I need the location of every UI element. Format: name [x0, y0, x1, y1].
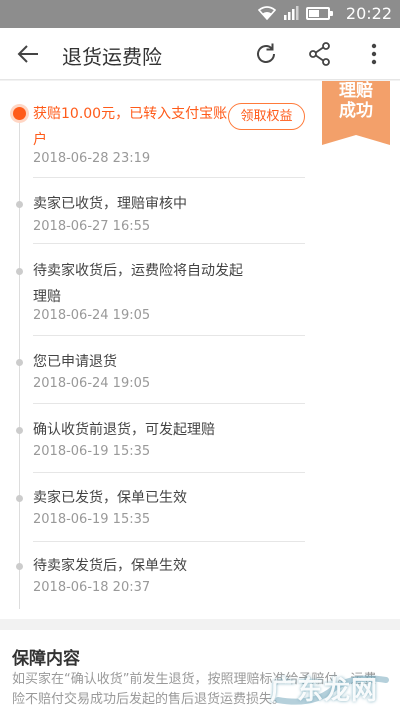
event-text: 卖家已发货，保单已生效	[33, 490, 187, 506]
claim-success-ribbon: 理赔 成功	[322, 81, 390, 145]
divider	[33, 472, 305, 473]
watermark-text: 广东龙网	[270, 676, 379, 706]
event-time: 2018-06-28 23:19	[33, 151, 151, 166]
ribbon-line1: 理赔	[339, 81, 373, 101]
event-time: 2018-06-19 15:35	[33, 444, 151, 459]
event-time: 2018-06-19 15:35	[33, 512, 151, 527]
wifi-icon	[258, 6, 276, 20]
divider	[33, 403, 305, 404]
divider	[33, 335, 305, 336]
event-text: 您已申请退货	[33, 354, 117, 370]
ribbon-line2: 成功	[339, 101, 373, 121]
timeline-dot	[16, 563, 23, 570]
battery-icon	[306, 6, 333, 20]
refresh-icon[interactable]	[252, 40, 280, 68]
coverage-title: 保障内容	[12, 649, 80, 669]
header: 退货运费险	[0, 28, 400, 80]
timeline-dot	[16, 268, 23, 275]
event-time: 2018-06-18 20:37	[33, 580, 151, 595]
divider	[33, 177, 305, 178]
timeline-dot	[16, 359, 23, 366]
timeline-dot	[16, 201, 23, 208]
event-text: 确认收货前退货，可发起理赔	[33, 422, 215, 438]
status-time: 20:22	[345, 4, 392, 23]
event-time: 2018-06-24 19:05	[33, 308, 151, 323]
status-icons	[258, 6, 333, 20]
page-title: 退货运费险	[62, 45, 162, 69]
event-text: 待卖家发货后，保单生效	[33, 558, 187, 574]
status-bar: 20:22	[0, 0, 400, 28]
claim-timeline: 理赔 成功 获赔10.00元，已转入支付宝账户 领取权益 2018-06-28 …	[0, 81, 400, 619]
event-time: 2018-06-27 16:55	[33, 219, 151, 234]
claim-rights-button[interactable]: 领取权益	[228, 103, 305, 130]
share-icon[interactable]	[306, 40, 334, 68]
more-vertical-icon[interactable]	[360, 40, 388, 68]
timeline-dot	[16, 495, 23, 502]
divider	[33, 541, 305, 542]
event-text: 获赔10.00元，已转入支付宝账户	[33, 106, 228, 148]
signal-icon	[284, 6, 299, 20]
event-time: 2018-06-24 19:05	[33, 376, 151, 391]
timeline-dot	[16, 427, 23, 434]
event-text: 待卖家收货后，运费险将自动发起理赔	[33, 263, 243, 305]
battery-fill	[309, 9, 319, 17]
back-arrow-icon[interactable]	[14, 40, 44, 68]
divider	[33, 243, 305, 244]
active-timeline-dot	[13, 107, 26, 120]
event-text: 卖家已收货，理赔审核中	[33, 196, 187, 212]
